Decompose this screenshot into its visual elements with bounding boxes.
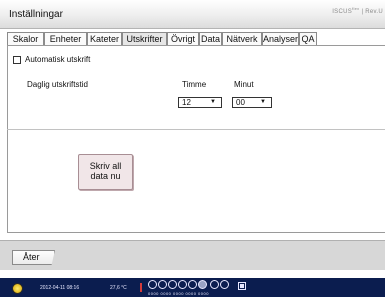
status-datetime: 2012-04-11 08:16 xyxy=(40,285,80,291)
chevron-down-icon: ▼ xyxy=(260,99,266,105)
minute-label: Minut xyxy=(234,80,254,89)
tab-bar: Skalor Enheter Kateter Utskrifter Övrigt… xyxy=(7,32,385,45)
sample-circle-icon xyxy=(168,280,177,289)
status-separator xyxy=(140,283,142,292)
back-button[interactable]: Åter xyxy=(12,250,55,265)
tab-kateter[interactable]: Kateter xyxy=(87,32,122,45)
sample-circle-icon xyxy=(178,280,187,289)
sample-circle-icon xyxy=(148,280,157,289)
tab-skalor[interactable]: Skalor xyxy=(7,32,44,45)
window-title: Inställningar xyxy=(9,9,63,20)
sample-circle-icon xyxy=(188,280,197,289)
minute-value: 00 xyxy=(236,98,245,107)
chevron-down-icon: ▼ xyxy=(210,99,216,105)
tab-data[interactable]: Data xyxy=(199,32,222,45)
hour-label: Timme xyxy=(182,80,207,89)
write-all-line1: Skriv all xyxy=(89,161,122,171)
minute-select[interactable]: 00 ▼ xyxy=(232,97,272,108)
auto-print-label: Automatisk utskrift xyxy=(25,55,91,64)
hour-value: 12 xyxy=(182,98,191,107)
tab-qa[interactable]: QA xyxy=(299,32,317,45)
auto-print-checkbox[interactable] xyxy=(13,55,21,64)
auto-print-row[interactable]: Automatisk utskrift xyxy=(13,55,90,64)
title-bar: Inställningar ISCUSflex | Rev.U xyxy=(0,0,385,29)
power-icon[interactable] xyxy=(12,283,23,294)
sample-circle-icon xyxy=(158,280,167,289)
sample-circle-icon xyxy=(210,280,219,289)
settings-panel xyxy=(7,45,385,233)
sample-circle-icon xyxy=(220,280,229,289)
status-temperature: 27,6 °C xyxy=(110,285,127,291)
network-icon xyxy=(238,282,246,290)
daily-print-time-label: Daglig utskriftstid xyxy=(27,80,88,89)
iscus-logo: ISCUSflex | Rev.U xyxy=(332,6,383,15)
tab-utskrifter[interactable]: Utskrifter xyxy=(122,32,167,45)
tab-enheter[interactable]: Enheter xyxy=(44,32,87,45)
tab-analyser[interactable]: Analyser xyxy=(262,32,299,45)
bottom-bar xyxy=(0,240,385,270)
tab-ovrigt[interactable]: Övrigt xyxy=(167,32,199,45)
status-sample-indicators: 0000 0000 0000 0000 0000 xyxy=(148,280,238,296)
sample-circle-active-icon xyxy=(198,280,207,289)
write-all-data-button[interactable]: Skriv all data nu xyxy=(78,154,133,190)
tab-natverk[interactable]: Nätverk xyxy=(222,32,262,45)
panel-divider xyxy=(7,129,385,130)
write-all-line2: data nu xyxy=(90,171,121,181)
status-dots: 0000 0000 0000 0000 0000 xyxy=(148,291,209,296)
hour-select[interactable]: 12 ▼ xyxy=(178,97,222,108)
